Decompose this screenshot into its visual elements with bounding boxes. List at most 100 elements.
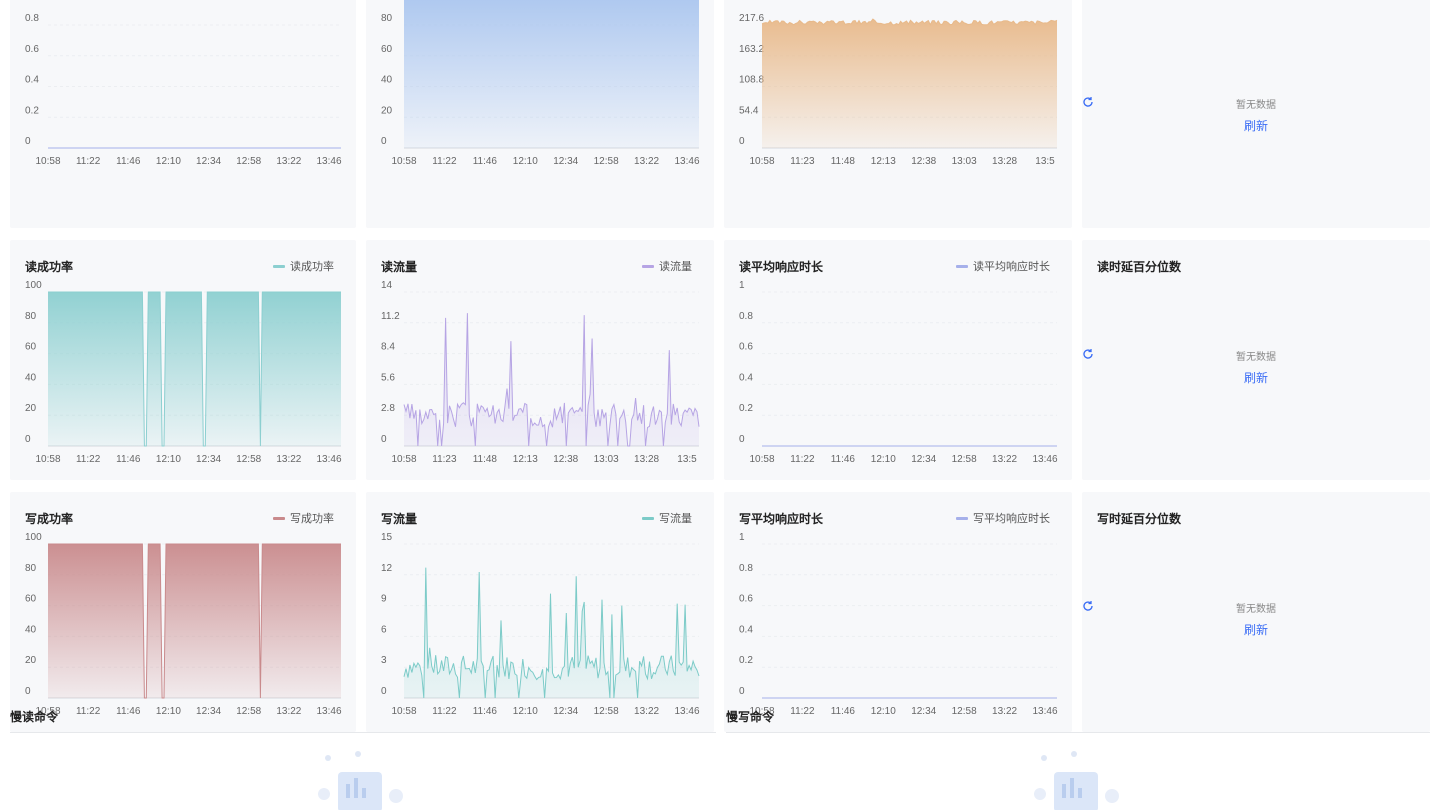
y-tick-label: 3 xyxy=(381,655,387,666)
metrics-grid: 0 0.2 0.4 0.6 0.8 10:58 11:22 11:46 12:10 12:34 12… xyxy=(10,0,1430,732)
chart-card: 0 54.4 108.8 163.2 217.6 10:58 11:23 11:48 12:13… xyxy=(724,0,1072,228)
y-tick-label: 0.6 xyxy=(25,44,39,55)
x-tick-label: 11:23 xyxy=(790,156,815,167)
x-tick-label: 13:46 xyxy=(674,156,699,167)
x-tick-label: 12:10 xyxy=(513,156,538,167)
slow-write-section-header: 慢写命令 xyxy=(726,706,1430,733)
y-tick-label: 0.2 xyxy=(739,655,753,666)
series-area xyxy=(48,544,341,698)
y-tick-label: 5.6 xyxy=(381,372,395,383)
y-tick-label: 0.6 xyxy=(739,342,753,353)
x-tick-label: 11:46 xyxy=(831,454,856,465)
empty-illustration-icon xyxy=(318,751,403,810)
chart-card: 0 0.2 0.4 0.6 0.8 10:58 11:22 11:46 12:10 12:34 12… xyxy=(10,0,356,228)
y-tick-label: 0 xyxy=(381,136,387,147)
chart-plot: 0 0.2 0.4 0.6 0.8 1 10:58 11:22 11:46 12:10 12:34 1… xyxy=(739,280,1058,465)
x-tick-label: 11:46 xyxy=(116,156,141,167)
y-tick-label: 0 xyxy=(739,686,745,697)
y-tick-label: 15 xyxy=(381,532,393,543)
x-tick-label: 12:58 xyxy=(236,156,261,167)
refresh-label: 刷新 xyxy=(1243,371,1268,385)
refresh-label: 刷新 xyxy=(1243,119,1268,133)
x-tick-label: 11:46 xyxy=(116,454,141,465)
slow-read-section-header: 慢读命令 xyxy=(10,706,716,733)
y-tick-label: 0.8 xyxy=(739,311,753,322)
series-area xyxy=(404,0,699,148)
read-success-rate-card: 读成功率 读成功率 0 20 40 60 80 100 10:58 11:22 11:46 12:10… xyxy=(10,240,356,480)
chart-plot: 0 20 40 60 80 10:58 11:22 11:46 12:10 12:34 12:58 1… xyxy=(381,0,700,167)
x-tick-label: 12:10 xyxy=(871,454,896,465)
x-tick-label: 11:22 xyxy=(76,454,101,465)
y-tick-label: 0.8 xyxy=(739,563,753,574)
y-tick-label: 9 xyxy=(381,594,387,605)
chart-plot: 0 54.4 108.8 163.2 217.6 10:58 11:23 11:48 12:13… xyxy=(739,13,1058,167)
chart-title: 写时延百分位数 xyxy=(1097,512,1182,526)
x-tick-label: 13:5 xyxy=(677,454,697,465)
no-data-text: 暂无数据 xyxy=(1236,604,1276,615)
chart-card: 0 20 40 60 80 10:58 11:22 11:46 12:10 12:34 12:58 1… xyxy=(366,0,714,228)
refresh-icon xyxy=(1083,97,1093,107)
x-tick-label: 10:58 xyxy=(35,156,60,167)
chart-plot: 0369121510:58 11:22 11:46 12:10 12:34 12:58 13… xyxy=(381,532,700,717)
y-tick-label: 0 xyxy=(381,686,387,697)
y-tick-label: 0.4 xyxy=(25,75,39,86)
x-tick-label: 12:10 xyxy=(156,156,181,167)
y-tick-label: 40 xyxy=(25,624,37,635)
series-area xyxy=(404,313,699,446)
y-tick-label: 60 xyxy=(381,44,393,55)
chart-plot: 0 2.8 5.6 8.4 11.2 14 10:58 11:23 11:48 12:13 12:3… xyxy=(381,280,700,465)
refresh-label: 刷新 xyxy=(1243,623,1268,637)
write-success-rate-card: 写成功率 写成功率 0 20 40 60 80 100 10:58 11:22 11:46 12:10… xyxy=(10,492,356,732)
x-tick-label: 12:58 xyxy=(952,454,977,465)
series-area xyxy=(762,19,1057,148)
x-tick-label: 10:58 xyxy=(749,454,774,465)
x-tick-label: 11:22 xyxy=(432,156,457,167)
no-data-placeholder: 暂无数据 刷新 xyxy=(1082,96,1430,135)
no-data-placeholder: 暂无数据 刷新 xyxy=(1082,348,1430,387)
y-tick-label: 60 xyxy=(25,342,37,353)
y-tick-label: 20 xyxy=(381,105,393,116)
x-tick-label: 11:22 xyxy=(76,156,101,167)
x-tick-label: 12:10 xyxy=(156,454,181,465)
refresh-button[interactable]: 刷新 xyxy=(1083,349,1268,386)
y-tick-label: 14 xyxy=(381,280,393,291)
y-tick-label: 0 xyxy=(381,434,387,445)
y-tick-label: 100 xyxy=(25,280,42,291)
y-tick-label: 100 xyxy=(25,532,42,543)
x-tick-label: 12:13 xyxy=(871,156,896,167)
x-tick-label: 13:03 xyxy=(952,156,977,167)
y-tick-label: 8.4 xyxy=(381,342,395,353)
y-tick-label: 6 xyxy=(381,624,387,635)
y-tick-label: 2.8 xyxy=(381,403,395,414)
y-tick-label: 60 xyxy=(25,594,37,605)
y-tick-label: 80 xyxy=(25,563,37,574)
x-tick-label: 13:22 xyxy=(276,454,301,465)
chart-title: 读时延百分位数 xyxy=(1097,260,1182,274)
y-tick-label: 20 xyxy=(25,655,37,666)
refresh-button[interactable]: 刷新 xyxy=(1083,97,1268,134)
y-tick-label: 0.8 xyxy=(25,13,39,24)
y-tick-label: 80 xyxy=(25,311,37,322)
y-tick-label: 0 xyxy=(25,136,31,147)
x-tick-label: 11:22 xyxy=(790,454,815,465)
x-tick-label: 12:34 xyxy=(196,156,221,167)
y-tick-label: 11.2 xyxy=(381,311,400,322)
y-tick-label: 217.6 xyxy=(739,13,764,24)
x-tick-label: 12:58 xyxy=(236,454,261,465)
read-traffic-card: 读流量 读流量 0 2.8 5.6 8.4 11.2 14 10:58 11:23 11:48 12:… xyxy=(366,240,714,480)
write-latency-percentile-card: 写时延百分位数暂无数据刷新 xyxy=(1082,492,1430,732)
y-tick-label: 0 xyxy=(25,686,31,697)
no-data-text: 暂无数据 xyxy=(1236,100,1276,111)
x-tick-label: 13:22 xyxy=(634,156,659,167)
refresh-icon xyxy=(1083,349,1093,359)
x-tick-label: 12:34 xyxy=(911,454,936,465)
x-tick-label: 10:58 xyxy=(35,454,60,465)
y-tick-label: 0.4 xyxy=(739,372,753,383)
y-tick-label: 0 xyxy=(739,434,745,445)
x-tick-label: 11:23 xyxy=(432,454,457,465)
y-tick-label: 54.4 xyxy=(739,105,759,116)
x-tick-label: 11:48 xyxy=(473,454,498,465)
refresh-button[interactable]: 刷新 xyxy=(1083,601,1268,638)
x-tick-label: 12:38 xyxy=(911,156,936,167)
y-tick-label: 80 xyxy=(381,13,393,24)
